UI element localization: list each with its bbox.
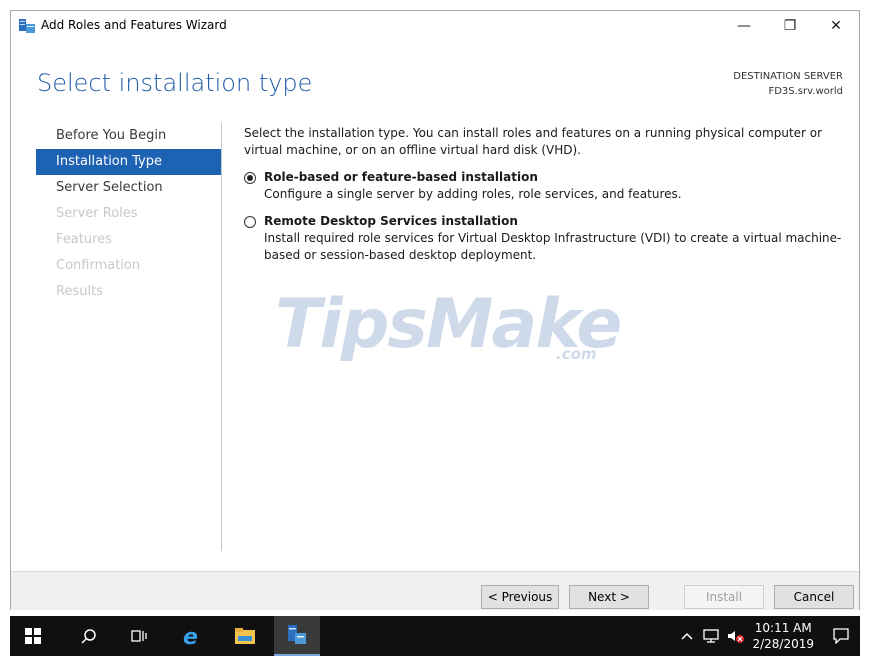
step-features: Features <box>56 232 112 247</box>
volume-tray-button[interactable] <box>724 616 748 656</box>
minimize-icon: — <box>737 18 751 34</box>
start-button[interactable] <box>10 616 56 656</box>
previous-button[interactable]: < Previous <box>481 585 559 609</box>
search-button[interactable] <box>66 616 112 656</box>
network-icon <box>703 629 719 643</box>
main-content: Select the installation type. You can in… <box>244 125 844 264</box>
role-based-radio-row[interactable]: Role-based or feature-based installation <box>244 169 844 186</box>
title-bar[interactable]: Add Roles and Features Wizard — ❐ ✕ <box>11 11 859 41</box>
search-icon <box>81 629 96 644</box>
minimize-button[interactable]: — <box>721 11 767 41</box>
taskbar: e 10:11 AM 2/28/2019 <box>10 616 860 656</box>
internet-explorer-icon: e <box>183 625 198 647</box>
step-before-you-begin[interactable]: Before You Begin <box>36 123 221 149</box>
volume-muted-icon <box>728 631 744 643</box>
wizard-footer: < Previous Next > Install Cancel <box>11 571 859 610</box>
option-remote-desktop: Remote Desktop Services installation Ins… <box>244 213 844 264</box>
wizard-steps-nav: Before You Begin Installation Type Serve… <box>36 123 221 305</box>
remote-desktop-radio[interactable] <box>244 215 256 228</box>
show-hidden-icons-button[interactable] <box>678 616 696 656</box>
watermark-suffix: .com <box>556 345 597 363</box>
role-based-radio[interactable] <box>244 171 256 184</box>
remote-desktop-label[interactable]: Remote Desktop Services installation <box>264 213 518 230</box>
notification-icon <box>833 628 849 644</box>
internet-explorer-button[interactable]: e <box>168 616 214 656</box>
close-button[interactable]: ✕ <box>813 11 859 41</box>
remote-desktop-radio-row[interactable]: Remote Desktop Services installation <box>244 213 844 230</box>
windows-start-icon <box>25 628 41 644</box>
server-manager-app-icon <box>19 19 35 33</box>
install-button: Install <box>684 585 764 609</box>
clock-time: 10:11 AM <box>754 621 812 635</box>
next-button[interactable]: Next > <box>569 585 649 609</box>
destination-server-info: DESTINATION SERVER FD3S.srv.world <box>733 69 843 99</box>
step-installation-type[interactable]: Installation Type <box>36 149 221 175</box>
sidebar-divider <box>221 123 222 551</box>
page-title: Select installation type <box>37 69 313 97</box>
taskbar-clock[interactable]: 10:11 AM 2/28/2019 <box>752 620 814 652</box>
network-tray-button[interactable] <box>700 616 722 656</box>
radio-selected-dot <box>247 174 253 181</box>
server-manager-icon <box>288 625 306 644</box>
step-results: Results <box>56 284 103 299</box>
role-based-description: Configure a single server by adding role… <box>264 187 682 201</box>
role-based-label[interactable]: Role-based or feature-based installation <box>264 169 538 186</box>
file-explorer-button[interactable] <box>222 616 268 656</box>
chevron-up-icon <box>681 632 693 640</box>
clock-date: 2/28/2019 <box>752 637 814 651</box>
svg-text:e: e <box>183 625 198 647</box>
task-view-icon <box>131 630 147 642</box>
task-view-button[interactable] <box>116 616 162 656</box>
action-center-button[interactable] <box>822 616 860 656</box>
destination-server-name: FD3S.srv.world <box>768 86 843 97</box>
destination-server-label: DESTINATION SERVER <box>733 71 843 82</box>
option-role-based: Role-based or feature-based installation… <box>244 169 844 203</box>
close-icon: ✕ <box>830 18 842 34</box>
step-server-roles: Server Roles <box>56 206 138 221</box>
step-server-selection[interactable]: Server Selection <box>36 175 221 201</box>
file-explorer-icon <box>235 628 255 644</box>
restore-icon: ❐ <box>783 18 797 34</box>
restore-button[interactable]: ❐ <box>767 11 813 41</box>
window-title: Add Roles and Features Wizard <box>41 18 227 32</box>
cancel-button[interactable]: Cancel <box>774 585 854 609</box>
intro-text: Select the installation type. You can in… <box>244 126 823 157</box>
server-manager-taskbar-button[interactable] <box>274 616 320 656</box>
remote-desktop-description: Install required role services for Virtu… <box>264 231 842 262</box>
step-confirmation: Confirmation <box>56 258 141 273</box>
